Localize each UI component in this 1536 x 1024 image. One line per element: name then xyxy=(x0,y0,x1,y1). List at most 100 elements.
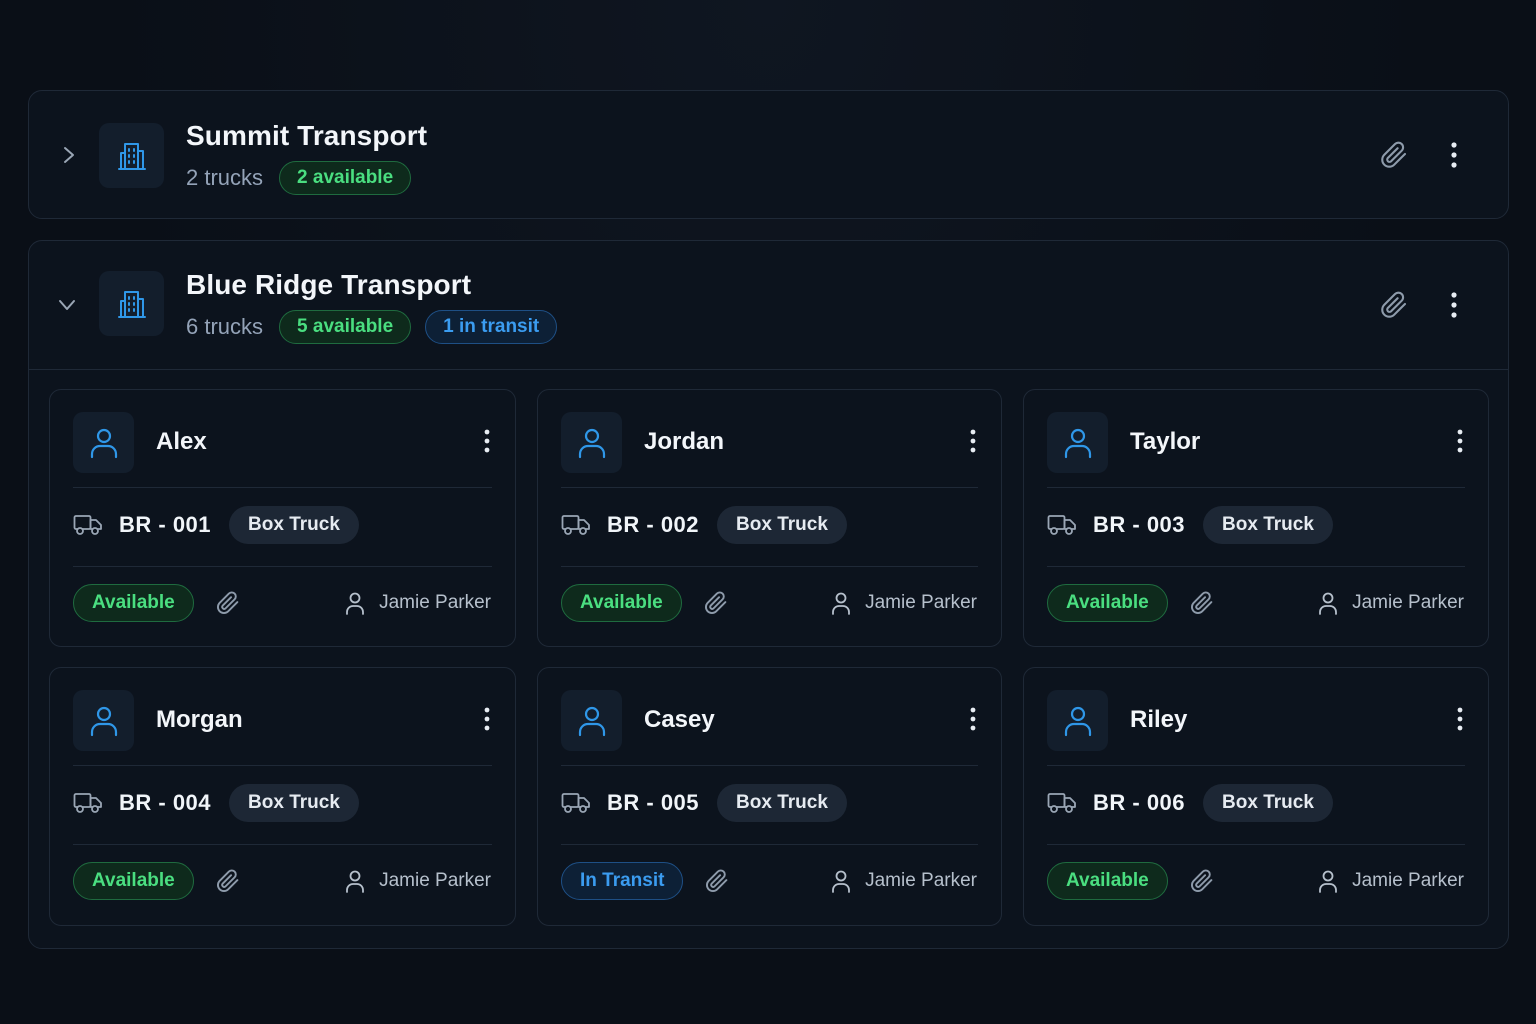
truck-row: BR - 005 Box Truck xyxy=(561,784,847,822)
card-divider xyxy=(561,566,978,567)
driver-name: Alex xyxy=(156,428,207,455)
group-title: Blue Ridge Transport xyxy=(186,269,472,300)
driver-name: Taylor xyxy=(1130,428,1201,455)
kebab-icon[interactable] xyxy=(483,707,491,736)
driver-card-header: Alex xyxy=(50,390,515,488)
user-icon xyxy=(73,690,134,751)
paperclip-icon[interactable] xyxy=(216,869,240,893)
kebab-icon[interactable] xyxy=(1456,429,1464,458)
kebab-icon[interactable] xyxy=(1440,291,1468,319)
kebab-icon[interactable] xyxy=(1456,707,1464,736)
truck-type-badge: Box Truck xyxy=(229,506,359,544)
kebab-icon[interactable] xyxy=(483,429,491,458)
truck-row: BR - 004 Box Truck xyxy=(73,784,359,822)
card-divider xyxy=(73,765,492,766)
in-transit-badge: 1 in transit xyxy=(425,310,558,344)
driver-name: Jordan xyxy=(644,428,725,455)
group-meta: 6 trucks 5 available 1 in transit xyxy=(186,310,558,344)
kebab-icon[interactable] xyxy=(1440,141,1468,169)
user-icon xyxy=(561,690,622,751)
paperclip-icon[interactable] xyxy=(704,591,728,615)
user-icon xyxy=(1047,412,1108,473)
paperclip-icon[interactable] xyxy=(1190,869,1214,893)
status-badge: Available xyxy=(73,862,194,900)
group-summit-transport: Summit Transport 2 trucks 2 available xyxy=(28,90,1509,219)
truck-id: BR - 002 xyxy=(607,512,700,537)
driver-card[interactable]: Morgan BR - 004 Box Truck Available Jami… xyxy=(49,667,516,926)
user-icon xyxy=(1318,591,1338,615)
owner-name: Jamie Parker xyxy=(379,592,491,613)
chevron-down-icon[interactable] xyxy=(57,295,77,315)
paperclip-icon[interactable] xyxy=(1190,591,1214,615)
driver-card-header: Casey xyxy=(538,668,1001,766)
user-icon xyxy=(1047,690,1108,751)
truck-icon xyxy=(73,792,103,814)
card-divider xyxy=(73,844,492,845)
status-badge: In Transit xyxy=(561,862,684,900)
truck-row: BR - 002 Box Truck xyxy=(561,506,847,544)
owner[interactable]: Jamie Parker xyxy=(1318,869,1464,893)
user-icon xyxy=(561,412,622,473)
status-row: Available Jamie Parker xyxy=(1047,584,1464,622)
status-row: In Transit Jamie Parker xyxy=(561,862,977,900)
truck-id: BR - 005 xyxy=(607,790,700,815)
paperclip-icon[interactable] xyxy=(1380,141,1408,169)
owner[interactable]: Jamie Parker xyxy=(345,869,491,893)
owner-name: Jamie Parker xyxy=(865,592,977,613)
driver-name: Morgan xyxy=(156,706,243,733)
status-badge: Available xyxy=(1047,584,1168,622)
group-header[interactable]: Blue Ridge Transport 6 trucks 5 availabl… xyxy=(29,241,1508,369)
driver-card-header: Jordan xyxy=(538,390,1001,488)
kebab-icon[interactable] xyxy=(969,429,977,458)
driver-card-header: Riley xyxy=(1024,668,1488,766)
driver-card[interactable]: Riley BR - 006 Box Truck Available Jamie… xyxy=(1023,667,1489,926)
driver-card[interactable]: Casey BR - 005 Box Truck In Transit Jami… xyxy=(537,667,1002,926)
truck-type-badge: Box Truck xyxy=(717,506,847,544)
owner[interactable]: Jamie Parker xyxy=(831,591,977,615)
owner[interactable]: Jamie Parker xyxy=(345,591,491,615)
status-row: Available Jamie Parker xyxy=(73,584,491,622)
paperclip-icon[interactable] xyxy=(705,869,729,893)
owner-name: Jamie Parker xyxy=(865,870,977,891)
owner[interactable]: Jamie Parker xyxy=(1318,591,1464,615)
building-icon xyxy=(99,271,164,336)
status-badge: Available xyxy=(73,584,194,622)
card-divider xyxy=(73,487,492,488)
user-icon xyxy=(831,591,851,615)
fleet-page: Summit Transport 2 trucks 2 available Bl… xyxy=(0,0,1536,1024)
user-icon xyxy=(1318,869,1338,893)
truck-icon xyxy=(1047,514,1077,536)
truck-type-badge: Box Truck xyxy=(229,784,359,822)
status-row: Available Jamie Parker xyxy=(73,862,491,900)
group-header[interactable]: Summit Transport 2 trucks 2 available xyxy=(29,91,1508,219)
card-divider xyxy=(1047,844,1465,845)
group-meta: 2 trucks 2 available xyxy=(186,161,412,195)
truck-row: BR - 003 Box Truck xyxy=(1047,506,1333,544)
truck-id: BR - 004 xyxy=(119,790,212,815)
card-divider xyxy=(561,844,978,845)
truck-id: BR - 006 xyxy=(1093,790,1186,815)
driver-card[interactable]: Jordan BR - 002 Box Truck Available Jami… xyxy=(537,389,1002,647)
truck-icon xyxy=(561,514,591,536)
owner-name: Jamie Parker xyxy=(1352,870,1464,891)
driver-card[interactable]: Alex BR - 001 Box Truck Available Jamie … xyxy=(49,389,516,647)
card-divider xyxy=(1047,566,1465,567)
kebab-icon[interactable] xyxy=(969,707,977,736)
user-icon xyxy=(345,869,365,893)
truck-count: 2 trucks xyxy=(186,165,264,190)
paperclip-icon[interactable] xyxy=(1380,291,1408,319)
owner-name: Jamie Parker xyxy=(379,870,491,891)
chevron-right-icon[interactable] xyxy=(59,145,79,165)
user-icon xyxy=(345,591,365,615)
driver-card-grid: Alex BR - 001 Box Truck Available Jamie … xyxy=(49,389,1489,926)
group-actions xyxy=(1380,291,1468,319)
driver-card[interactable]: Taylor BR - 003 Box Truck Available Jami… xyxy=(1023,389,1489,647)
owner[interactable]: Jamie Parker xyxy=(831,869,977,893)
paperclip-icon[interactable] xyxy=(216,591,240,615)
card-divider xyxy=(1047,487,1465,488)
truck-id: BR - 003 xyxy=(1093,512,1186,537)
truck-row: BR - 001 Box Truck xyxy=(73,506,359,544)
group-title: Summit Transport xyxy=(186,120,428,151)
group-divider xyxy=(29,369,1508,370)
card-divider xyxy=(1047,765,1465,766)
